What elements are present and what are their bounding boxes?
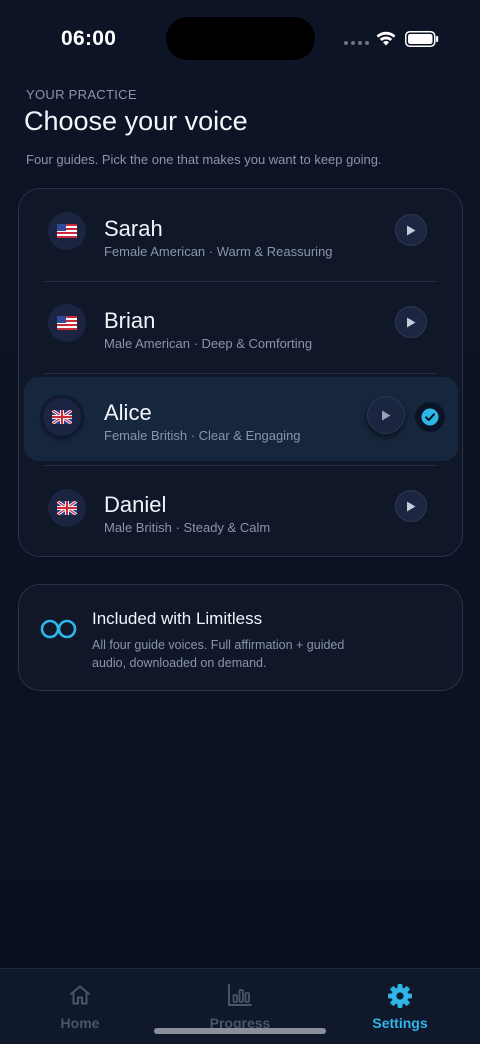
uk-flag-icon: [48, 489, 86, 527]
voice-settings-screen: 06:00 YOUR PRACTICE Choose your voice Fo…: [0, 0, 480, 1044]
play-icon: [407, 317, 416, 327]
cellular-signal-icon: [344, 41, 369, 45]
home-icon: [68, 983, 92, 1012]
limitless-title: Included with Limitless: [92, 609, 263, 628]
page-subtitle: Four guides. Pick the one that makes you…: [26, 152, 382, 167]
play-icon: [407, 225, 416, 235]
play-icon: [407, 501, 416, 511]
play-preview-button[interactable]: [395, 214, 427, 246]
play-icon: [382, 410, 391, 420]
us-flag-icon: [48, 212, 86, 250]
tab-settings[interactable]: Settings: [320, 969, 480, 1044]
gear-icon: [387, 983, 413, 1014]
play-preview-button[interactable]: [367, 396, 405, 434]
tab-label: Settings: [372, 1015, 428, 1031]
tab-label: Home: [60, 1015, 100, 1031]
infinity-icon: [40, 619, 77, 644]
limitless-description: All four guide voices. Full affirmation …: [92, 638, 345, 670]
page-title: Choose your voice: [24, 106, 248, 136]
voice-description: Female British · Clear & Engaging: [104, 428, 301, 443]
voice-row-daniel[interactable]: Daniel Male British · Steady & Calm: [19, 465, 464, 549]
voice-row-alice[interactable]: Alice Female British · Clear & Engaging: [24, 377, 458, 461]
home-indicator[interactable]: [154, 1028, 326, 1034]
uk-flag-icon: [43, 398, 81, 436]
play-preview-button[interactable]: [395, 306, 427, 338]
status-time: 06:00: [61, 27, 117, 50]
voice-name: Brian: [104, 308, 156, 333]
row-divider: [44, 373, 437, 374]
voice-description: Female American · Warm & Reassuring: [104, 244, 333, 259]
voice-description: Male American · Deep & Comforting: [104, 336, 313, 351]
voice-name: Daniel: [104, 492, 167, 517]
dynamic-island: [166, 17, 315, 60]
voice-row-brian[interactable]: Brian Male American · Deep & Comforting: [19, 281, 464, 365]
section-eyebrow: YOUR PRACTICE: [26, 87, 137, 102]
battery-icon: [405, 31, 439, 52]
status-bar: 06:00: [0, 0, 480, 78]
voice-description: Male British · Steady & Calm: [104, 520, 271, 535]
limitless-info-card: Included with Limitless All four guide v…: [18, 584, 463, 691]
tab-home[interactable]: Home: [0, 969, 160, 1044]
voice-name: Sarah: [104, 216, 163, 241]
us-flag-icon: [48, 304, 86, 342]
voice-list-card: Sarah Female American · Warm & Reassurin…: [18, 188, 463, 557]
wifi-icon: [375, 29, 397, 52]
selected-check-icon: [415, 402, 445, 432]
voice-name: Alice: [104, 400, 152, 425]
bar-chart-icon: [227, 983, 253, 1012]
voice-row-sarah[interactable]: Sarah Female American · Warm & Reassurin…: [19, 189, 464, 273]
play-preview-button[interactable]: [395, 490, 427, 522]
